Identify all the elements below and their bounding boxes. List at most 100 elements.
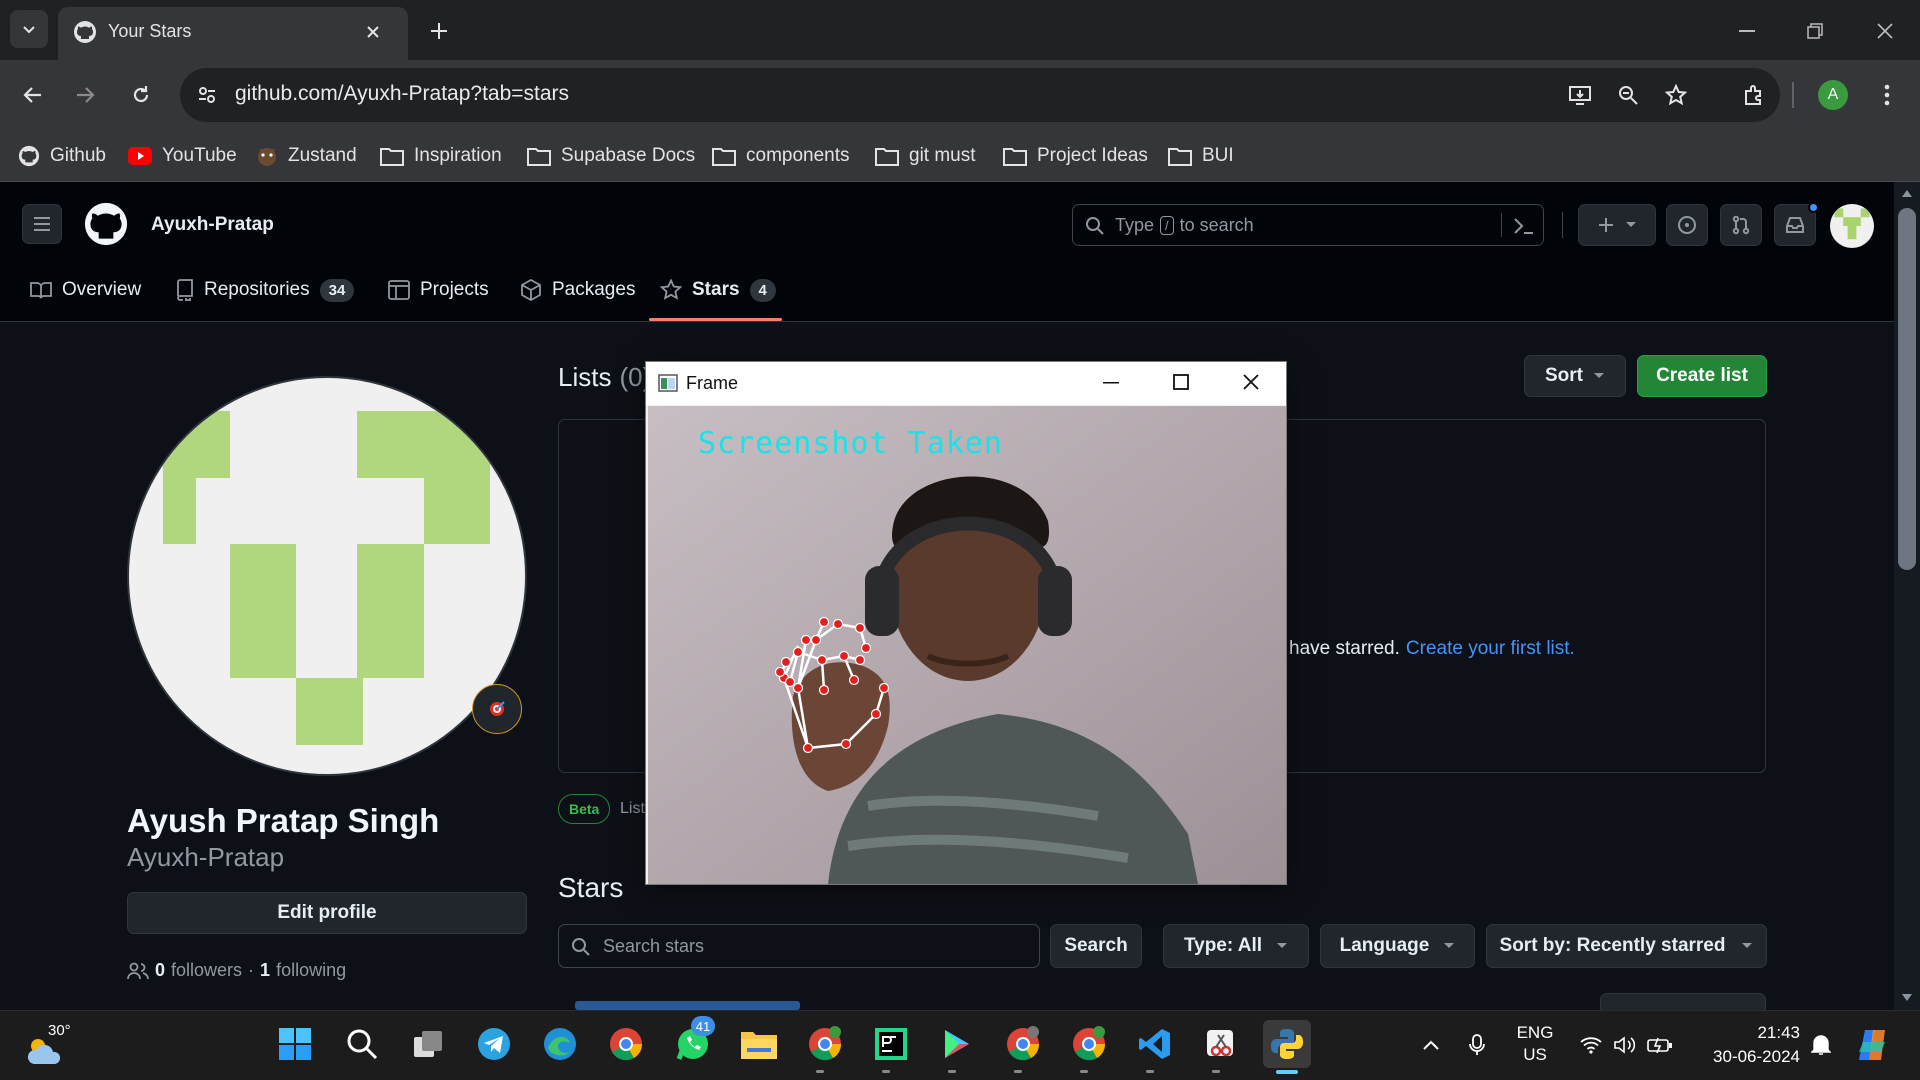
github-logo-icon[interactable] xyxy=(84,202,128,246)
tab-packages[interactable]: Packages xyxy=(520,272,635,308)
forward-icon[interactable] xyxy=(68,78,102,112)
battery-icon[interactable] xyxy=(1645,1030,1675,1060)
close-window-icon[interactable] xyxy=(1868,14,1902,48)
show-hidden-icons-button[interactable] xyxy=(1416,1030,1446,1060)
search-stars-input[interactable]: Search stars xyxy=(558,924,1040,968)
language-filter-button[interactable]: Language xyxy=(1320,924,1475,968)
tab-search-button[interactable] xyxy=(10,10,48,48)
start-button[interactable] xyxy=(271,1020,319,1068)
edge-app[interactable] xyxy=(536,1020,584,1068)
user-avatar-small[interactable] xyxy=(1830,204,1874,248)
pull-requests-button[interactable] xyxy=(1720,204,1762,246)
issues-button[interactable] xyxy=(1666,204,1708,246)
status-emoji-button[interactable] xyxy=(472,684,522,734)
bookmark-components[interactable]: components xyxy=(712,137,850,175)
create-first-list-link[interactable]: Create your first list. xyxy=(1406,638,1575,660)
install-app-icon[interactable] xyxy=(1565,80,1595,110)
language-filter-label: Language xyxy=(1339,935,1430,956)
chrome-app[interactable] xyxy=(602,1020,650,1068)
following-count[interactable]: 1 xyxy=(260,960,270,981)
microphone-icon[interactable] xyxy=(1462,1030,1492,1060)
tab-repositories[interactable]: Repositories 34 xyxy=(176,272,355,308)
lists-sort-button[interactable]: Sort xyxy=(1524,355,1626,397)
reload-icon[interactable] xyxy=(124,78,158,112)
search-stars-button[interactable]: Search xyxy=(1050,924,1142,968)
bookmark-bui[interactable]: BUI xyxy=(1168,137,1234,175)
python-app-active[interactable] xyxy=(1263,1020,1311,1068)
bookmark-inspiration[interactable]: Inspiration xyxy=(380,137,502,175)
back-icon[interactable] xyxy=(16,78,50,112)
browser-menu-icon[interactable] xyxy=(1870,78,1904,112)
follow-separator: · xyxy=(248,960,255,980)
volume-icon[interactable] xyxy=(1610,1030,1640,1060)
clock-time: 21:43 xyxy=(1757,1023,1800,1042)
followers-count[interactable]: 0 xyxy=(155,960,165,981)
whatsapp-app[interactable]: 41 xyxy=(669,1016,717,1068)
bookmark-label: Zustand xyxy=(288,145,357,166)
tab-overview[interactable]: Overview xyxy=(30,272,141,308)
frame-minimize-icon[interactable] xyxy=(1103,382,1119,384)
profile-avatar[interactable]: A xyxy=(1818,80,1848,110)
command-palette-icon[interactable] xyxy=(1513,216,1535,236)
notification-bell-icon[interactable] xyxy=(1806,1030,1836,1060)
bookmark-supabase-docs[interactable]: Supabase Docs xyxy=(527,137,695,175)
taskbar-search-button[interactable] xyxy=(338,1020,386,1068)
bookmark-git-must[interactable]: git must xyxy=(875,137,976,175)
tab-projects[interactable]: Projects xyxy=(388,272,489,308)
chrome-profile-c-app[interactable] xyxy=(1065,1020,1113,1068)
telegram-app[interactable] xyxy=(470,1020,518,1068)
bookmark-zustand[interactable]: Zustand xyxy=(256,137,357,175)
chrome-profile-a-app[interactable] xyxy=(801,1020,849,1068)
frame-window[interactable]: Frame Screenshot Taken xyxy=(645,361,1287,885)
scroll-down-arrow-icon[interactable] xyxy=(1902,994,1912,1001)
profile-avatar-large[interactable] xyxy=(127,376,527,776)
followers-label[interactable]: followers xyxy=(171,960,242,981)
create-list-button[interactable]: Create list xyxy=(1637,355,1767,397)
task-view-button[interactable] xyxy=(404,1020,452,1068)
profile-fullname: Ayush Pratap Singh xyxy=(127,802,440,839)
play-app[interactable] xyxy=(933,1020,981,1068)
notification-dot xyxy=(1808,202,1819,213)
vscode-app[interactable] xyxy=(1131,1020,1179,1068)
tab-stars[interactable]: Stars 4 xyxy=(660,272,776,308)
frame-close-icon[interactable] xyxy=(1243,374,1259,390)
pycharm-app[interactable] xyxy=(867,1020,915,1068)
page-scrollbar[interactable] xyxy=(1894,182,1920,1010)
copilot-icon[interactable] xyxy=(1852,1024,1894,1066)
tab-close-icon[interactable] xyxy=(358,17,388,47)
scroll-up-arrow-icon[interactable] xyxy=(1902,190,1912,197)
edit-profile-button[interactable]: Edit profile xyxy=(127,892,527,934)
sort-by-filter-button[interactable]: Sort by: Recently starred xyxy=(1486,924,1767,968)
new-tab-icon[interactable] xyxy=(422,14,456,48)
following-label[interactable]: following xyxy=(276,960,346,981)
site-info-icon[interactable] xyxy=(192,80,222,110)
chrome-profile-b-app[interactable] xyxy=(999,1020,1047,1068)
scrollbar-thumb[interactable] xyxy=(1898,208,1916,570)
star-button-partial[interactable] xyxy=(1600,993,1766,1010)
snipping-tool-app[interactable] xyxy=(1197,1020,1245,1068)
frame-maximize-icon[interactable] xyxy=(1173,374,1189,390)
bookmark-youtube[interactable]: YouTube xyxy=(128,137,237,175)
bookmark-star-icon[interactable] xyxy=(1661,80,1691,110)
browser-tab[interactable]: Your Stars xyxy=(58,7,408,60)
restore-icon[interactable] xyxy=(1798,14,1832,48)
address-bar[interactable]: github.com/Ayuxh-Pratap?tab=stars xyxy=(180,68,1780,122)
wifi-icon[interactable] xyxy=(1576,1030,1606,1060)
chrome-icon xyxy=(1007,1026,1040,1061)
type-filter-button[interactable]: Type: All xyxy=(1163,924,1309,968)
starred-repo-link-partial[interactable] xyxy=(575,1001,800,1010)
weather-widget[interactable]: 30° xyxy=(22,1022,72,1070)
extensions-icon[interactable] xyxy=(1737,78,1771,112)
bookmark-github[interactable]: Github xyxy=(18,137,106,175)
bookmark-project-ideas[interactable]: Project Ideas xyxy=(1003,137,1148,175)
header-username[interactable]: Ayuxh-Pratap xyxy=(151,214,274,236)
frame-titlebar[interactable]: Frame xyxy=(646,362,1286,405)
file-explorer-app[interactable] xyxy=(735,1020,783,1068)
clock[interactable]: 21:43 30-06-2024 xyxy=(1692,1021,1800,1069)
github-search-input[interactable]: Type / to search xyxy=(1072,204,1544,246)
zoom-icon[interactable] xyxy=(1613,80,1643,110)
language-indicator[interactable]: ENG US xyxy=(1508,1022,1562,1066)
minimize-icon[interactable] xyxy=(1730,14,1764,48)
hamburger-menu-button[interactable] xyxy=(22,204,62,244)
create-new-button[interactable] xyxy=(1578,204,1656,246)
